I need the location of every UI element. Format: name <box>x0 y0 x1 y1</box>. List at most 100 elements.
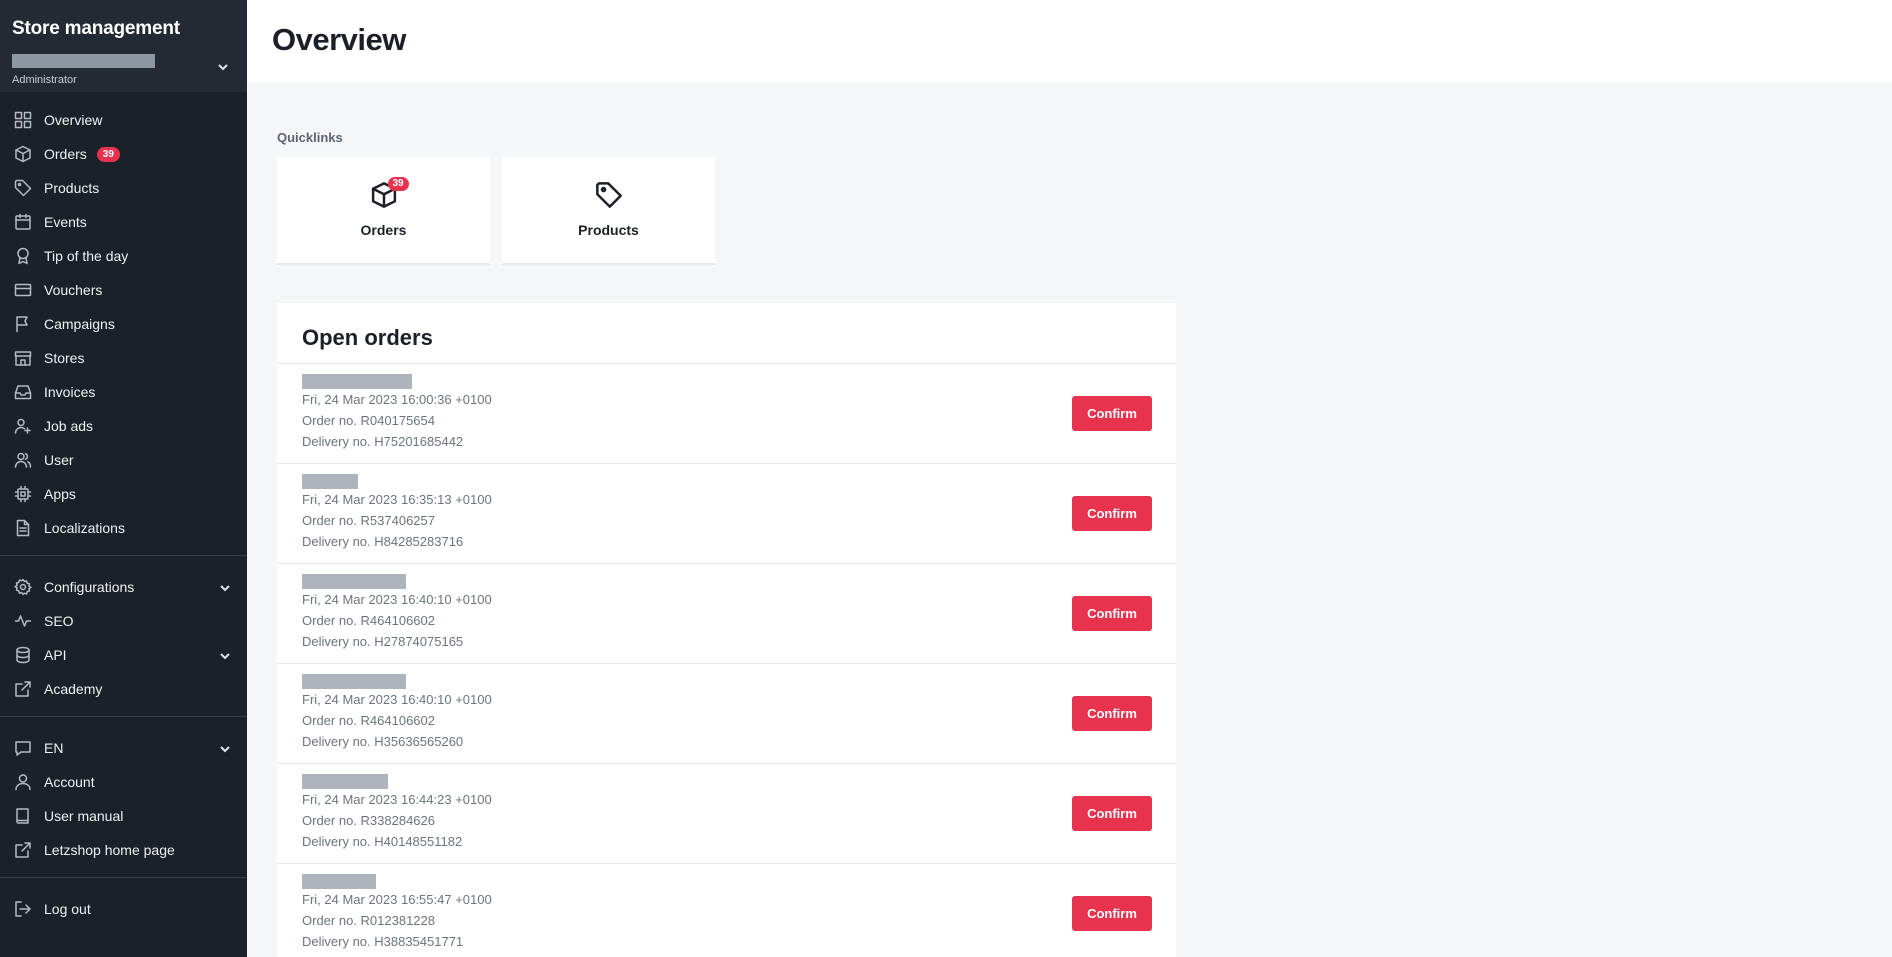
account-nav: EN Account User manual Letzshop home pag… <box>0 731 247 867</box>
order-date: Fri, 24 Mar 2023 16:40:10 +0100 <box>302 592 492 607</box>
book-icon <box>14 807 32 825</box>
delivery-number: Delivery no. H35636565260 <box>302 734 464 749</box>
order-row: Fri, 24 Mar 2023 16:40:10 +0100 Order no… <box>277 664 1176 764</box>
storefront-icon <box>14 349 32 367</box>
box-icon <box>14 145 32 163</box>
sidebar-item-stores[interactable]: Stores <box>0 341 247 375</box>
confirm-button[interactable]: Confirm <box>1072 396 1152 431</box>
divider <box>0 877 247 878</box>
sidebar-item-academy[interactable]: Academy <box>0 672 247 706</box>
open-orders-panel: Open orders Fri, 24 Mar 2023 16:00:36 +0… <box>277 303 1176 957</box>
sidebar-item-label: Localizations <box>44 520 125 536</box>
tag-icon <box>14 179 32 197</box>
sidebar-item-products[interactable]: Products <box>0 171 247 205</box>
redacted-customer-name <box>302 474 358 489</box>
sidebar-item-api[interactable]: API <box>0 638 247 672</box>
order-number: Order no. R040175654 <box>302 413 435 428</box>
document-icon <box>14 519 32 537</box>
sidebar-item-label: API <box>44 647 67 663</box>
gear-icon <box>14 578 32 596</box>
order-row: Fri, 24 Mar 2023 16:35:13 +0100 Order no… <box>277 464 1176 564</box>
sidebar-item-label: Configurations <box>44 579 135 595</box>
confirm-button[interactable]: Confirm <box>1072 696 1152 731</box>
chat-icon <box>14 739 32 757</box>
sidebar-item-invoices[interactable]: Invoices <box>0 375 247 409</box>
sidebar-item-label: Events <box>44 214 87 230</box>
sidebar-item-label: Academy <box>44 681 103 697</box>
confirm-button[interactable]: Confirm <box>1072 596 1152 631</box>
confirm-button[interactable]: Confirm <box>1072 796 1152 831</box>
user-icon <box>14 773 32 791</box>
sidebar-item-user[interactable]: User <box>0 443 247 477</box>
open-orders-title: Open orders <box>277 303 1176 364</box>
divider <box>0 716 247 717</box>
users-icon <box>14 451 32 469</box>
sidebar-item-label: Job ads <box>44 418 94 434</box>
chip-icon <box>14 485 32 503</box>
redacted-customer-name <box>302 874 376 889</box>
logout-button[interactable]: Log out <box>0 892 247 926</box>
sidebar-item-overview[interactable]: Overview <box>0 103 247 137</box>
sidebar-item-tip-of-the-day[interactable]: Tip of the day <box>0 239 247 273</box>
quicklink-orders[interactable]: 39 Orders <box>277 157 490 265</box>
sidebar-item-configurations[interactable]: Configurations <box>0 570 247 604</box>
chevron-down-icon[interactable] <box>217 60 231 74</box>
sidebar-item-orders[interactable]: Orders 39 <box>0 137 247 171</box>
delivery-number: Delivery no. H27874075165 <box>302 634 464 649</box>
sidebar-item-label: SEO <box>44 613 74 629</box>
logout-icon <box>14 900 32 918</box>
language-switcher[interactable]: EN <box>0 731 247 765</box>
sidebar-item-label: Apps <box>44 486 76 502</box>
external-link-icon <box>14 841 32 859</box>
sidebar-item-label: Products <box>44 180 100 196</box>
quicklink-label: Products <box>578 222 639 238</box>
user-role: Administrator <box>12 74 77 86</box>
sidebar-item-events[interactable]: Events <box>0 205 247 239</box>
chevron-down-icon <box>219 649 231 661</box>
sidebar-item-apps[interactable]: Apps <box>0 477 247 511</box>
order-date: Fri, 24 Mar 2023 16:55:47 +0100 <box>302 892 492 907</box>
order-number: Order no. R338284626 <box>302 813 435 828</box>
redacted-customer-name <box>302 674 406 689</box>
store-switcher[interactable]: Store management Administrator <box>0 0 247 92</box>
main-content: Overview Quicklinks 39 Orders Products O… <box>247 0 1892 957</box>
award-icon <box>14 247 32 265</box>
sidebar-item-vouchers[interactable]: Vouchers <box>0 273 247 307</box>
order-row: Fri, 24 Mar 2023 16:00:36 +0100 Order no… <box>277 364 1176 464</box>
quicklink-products[interactable]: Products <box>502 157 715 265</box>
delivery-number: Delivery no. H40148551182 <box>302 834 463 849</box>
redacted-customer-name <box>302 374 412 389</box>
order-date: Fri, 24 Mar 2023 16:00:36 +0100 <box>302 392 492 407</box>
logout-label: Log out <box>44 901 91 917</box>
confirm-button[interactable]: Confirm <box>1072 896 1152 931</box>
external-link-icon <box>14 680 32 698</box>
orders-count-badge: 39 <box>387 177 409 191</box>
secondary-nav: Configurations SEO API Academy <box>0 570 247 706</box>
grid-icon <box>14 111 32 129</box>
user-sparkle-icon <box>14 417 32 435</box>
confirm-button[interactable]: Confirm <box>1072 496 1152 531</box>
activity-icon <box>14 612 32 630</box>
order-row: Fri, 24 Mar 2023 16:55:47 +0100 Order no… <box>277 864 1176 957</box>
delivery-number: Delivery no. H75201685442 <box>302 434 464 449</box>
sidebar-item-seo[interactable]: SEO <box>0 604 247 638</box>
sidebar-item-label: Vouchers <box>44 282 103 298</box>
redacted-customer-name <box>302 574 406 589</box>
calendar-icon <box>14 213 32 231</box>
sidebar-item-letzshop-home[interactable]: Letzshop home page <box>0 833 247 867</box>
sidebar-item-localizations[interactable]: Localizations <box>0 511 247 545</box>
order-row: Fri, 24 Mar 2023 16:44:23 +0100 Order no… <box>277 764 1176 864</box>
sidebar-item-label: User <box>44 452 74 468</box>
order-number: Order no. R464106602 <box>302 713 435 728</box>
sidebar-item-campaigns[interactable]: Campaigns <box>0 307 247 341</box>
sidebar-item-account[interactable]: Account <box>0 765 247 799</box>
sidebar-item-job-ads[interactable]: Job ads <box>0 409 247 443</box>
main-nav: Overview Orders 39 Products Events Tip o… <box>0 92 247 545</box>
sidebar-item-user-manual[interactable]: User manual <box>0 799 247 833</box>
order-row: Fri, 24 Mar 2023 16:40:10 +0100 Order no… <box>277 564 1176 664</box>
sidebar-item-label: Tip of the day <box>44 248 129 264</box>
sidebar-item-label: Orders <box>44 146 87 162</box>
orders-count-badge: 39 <box>96 146 120 162</box>
sidebar-item-label: Campaigns <box>44 316 115 332</box>
delivery-number: Delivery no. H38835451771 <box>302 934 464 949</box>
